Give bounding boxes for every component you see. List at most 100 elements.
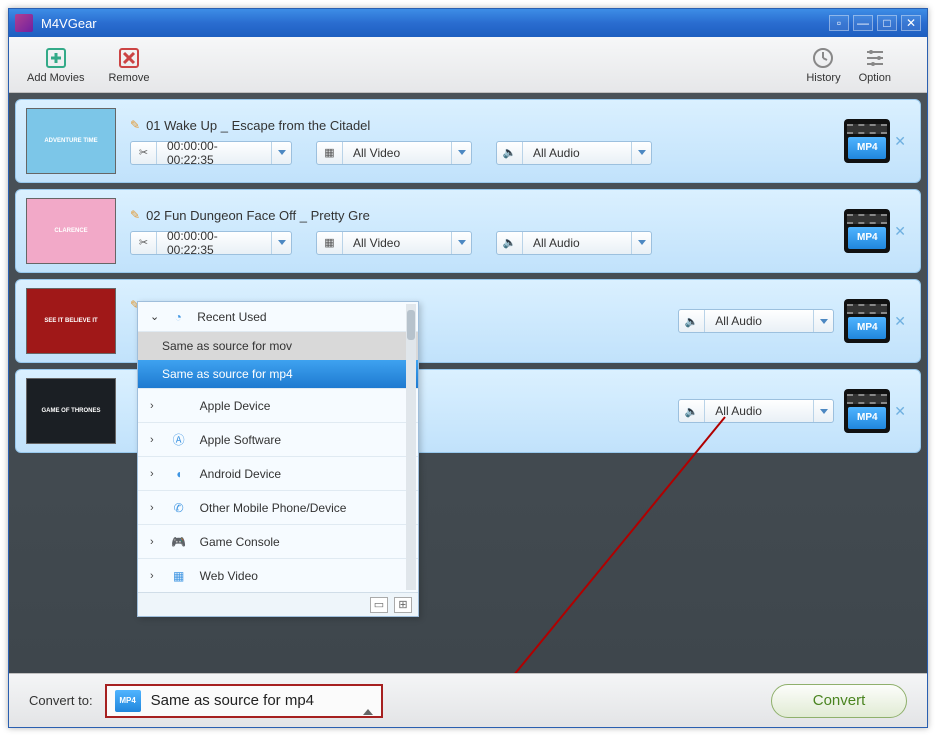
video-value: All Video (343, 146, 451, 160)
audio-value: All Audio (705, 314, 813, 328)
remove-label: Remove (108, 72, 149, 84)
output-format-selector[interactable]: MP4 Same as source for mp4 (105, 684, 383, 718)
option-button[interactable]: Option (859, 46, 891, 84)
convert-button[interactable]: Convert (771, 684, 907, 718)
caret-icon (451, 142, 471, 164)
remove-icon (117, 46, 141, 70)
preset-add-button[interactable]: ⊞ (394, 597, 412, 613)
add-movies-label: Add Movies (27, 72, 84, 84)
audio-dropdown[interactable]: 🔈 All Audio (496, 141, 652, 165)
caret-icon (813, 400, 833, 422)
format-badge[interactable]: MP4 (844, 119, 890, 163)
gamepad-icon: 🎮 (168, 535, 190, 549)
chevron-right-icon: › (150, 502, 154, 514)
audio-dropdown[interactable]: 🔈 All Audio (496, 231, 652, 255)
dropdown-category-game[interactable]: ›🎮Game Console (138, 524, 418, 558)
video-dropdown[interactable]: ▦ All Video (316, 141, 472, 165)
app-title: M4VGear (41, 16, 825, 31)
history-button[interactable]: History (806, 46, 840, 84)
chevron-right-icon: › (150, 400, 154, 412)
trim-dropdown[interactable]: ✂ 00:00:00-00:22:35 (130, 231, 292, 255)
caret-icon (451, 232, 471, 254)
caret-icon (813, 310, 833, 332)
chevron-right-icon: › (150, 434, 154, 446)
bottombar: Convert to: MP4 Same as source for mp4 C… (9, 673, 927, 727)
appstore-icon: Ⓐ (168, 431, 190, 448)
caret-icon (631, 232, 651, 254)
format-badge[interactable]: MP4 (844, 299, 890, 343)
edit-icon[interactable]: ✎ (130, 118, 140, 132)
movie-title: 01 Wake Up _ Escape from the Citadel (146, 118, 370, 133)
speaker-icon: 🔈 (497, 142, 523, 164)
thumbnail: SEE IT BELIEVE IT (26, 288, 116, 354)
remove-row-button[interactable]: ✕ (890, 133, 910, 150)
movie-row: ADVENTURE TIME ✎ 01 Wake Up _ Escape fro… (15, 99, 921, 183)
chevron-right-icon: › (150, 570, 154, 582)
format-badge[interactable]: MP4 (844, 389, 890, 433)
format-dropdown-panel: ⌄ ◔ Recent Used Same as source for mov S… (137, 301, 419, 617)
speaker-icon: 🔈 (679, 310, 705, 332)
file-list: ADVENTURE TIME ✎ 01 Wake Up _ Escape fro… (9, 93, 927, 673)
preset-remove-button[interactable]: ▭ (370, 597, 388, 613)
clock-icon: ◔ (169, 310, 187, 324)
remove-row-button[interactable]: ✕ (890, 223, 910, 240)
movie-row: CLARENCE ✎ 02 Fun Dungeon Face Off _ Pre… (15, 189, 921, 273)
speaker-icon: 🔈 (497, 232, 523, 254)
trim-value: 00:00:00-00:22:35 (157, 139, 271, 167)
movie-title: 02 Fun Dungeon Face Off _ Pretty Gre (146, 208, 370, 223)
dropdown-footer: ▭ ⊞ (138, 592, 418, 616)
option-label: Option (859, 72, 891, 84)
edit-icon[interactable]: ✎ (130, 208, 140, 222)
phone-icon: ✆ (168, 501, 190, 515)
dropdown-header-label: Recent Used (197, 310, 266, 324)
output-format-text: Same as source for mp4 (151, 692, 363, 709)
audio-value: All Audio (523, 236, 631, 250)
dropdown-category-web[interactable]: ›▦Web Video (138, 558, 418, 592)
dropdown-item[interactable]: Same as source for mov (138, 332, 418, 360)
add-icon (44, 46, 68, 70)
dropdown-item[interactable]: Same as source for mp4 (138, 360, 418, 388)
remove-row-button[interactable]: ✕ (890, 403, 910, 420)
add-movies-button[interactable]: Add Movies (27, 46, 84, 84)
trim-dropdown[interactable]: ✂ 00:00:00-00:22:35 (130, 141, 292, 165)
app-logo-icon (15, 14, 33, 32)
remove-row-button[interactable]: ✕ (890, 313, 910, 330)
format-badge[interactable]: MP4 (844, 209, 890, 253)
audio-value: All Audio (523, 146, 631, 160)
scissors-icon: ✂ (131, 142, 157, 164)
video-value: All Video (343, 236, 451, 250)
clock-icon (811, 46, 835, 70)
titlebar: M4VGear ▫ — □ ✕ (9, 9, 927, 37)
thumbnail: ADVENTURE TIME (26, 108, 116, 174)
dropdown-scrollbar[interactable] (406, 304, 416, 590)
dropdown-header-recent[interactable]: ⌄ ◔ Recent Used (138, 302, 418, 332)
option-icon (863, 46, 887, 70)
audio-dropdown[interactable]: 🔈 All Audio (678, 399, 834, 423)
trim-value: 00:00:00-00:22:35 (157, 229, 271, 257)
scissors-icon: ✂ (131, 232, 157, 254)
thumbnail: GAME OF THRONES (26, 378, 116, 444)
dropdown-category-apple-device[interactable]: ›Apple Device (138, 388, 418, 422)
caret-icon (271, 142, 291, 164)
window-minimize-button[interactable]: — (853, 15, 873, 31)
caret-icon (631, 142, 651, 164)
convert-to-label: Convert to: (29, 693, 93, 708)
film-icon: ▦ (317, 232, 343, 254)
window-settings-button[interactable]: ▫ (829, 15, 849, 31)
chevron-right-icon: › (150, 536, 154, 548)
caret-icon (271, 232, 291, 254)
dropdown-category-phone[interactable]: ›✆Other Mobile Phone/Device (138, 490, 418, 524)
chevron-down-icon: ⌄ (150, 310, 159, 323)
remove-button[interactable]: Remove (108, 46, 149, 84)
dropdown-category-android[interactable]: ›◖Android Device (138, 456, 418, 490)
film-icon: ▦ (317, 142, 343, 164)
toolbar: Add Movies Remove History Option (9, 37, 927, 93)
mp4-icon: MP4 (115, 690, 141, 712)
caret-up-icon (363, 692, 373, 710)
chevron-right-icon: › (150, 468, 154, 480)
window-close-button[interactable]: ✕ (901, 15, 921, 31)
video-dropdown[interactable]: ▦ All Video (316, 231, 472, 255)
window-maximize-button[interactable]: □ (877, 15, 897, 31)
dropdown-category-apple-software[interactable]: ›ⒶApple Software (138, 422, 418, 456)
audio-dropdown[interactable]: 🔈 All Audio (678, 309, 834, 333)
